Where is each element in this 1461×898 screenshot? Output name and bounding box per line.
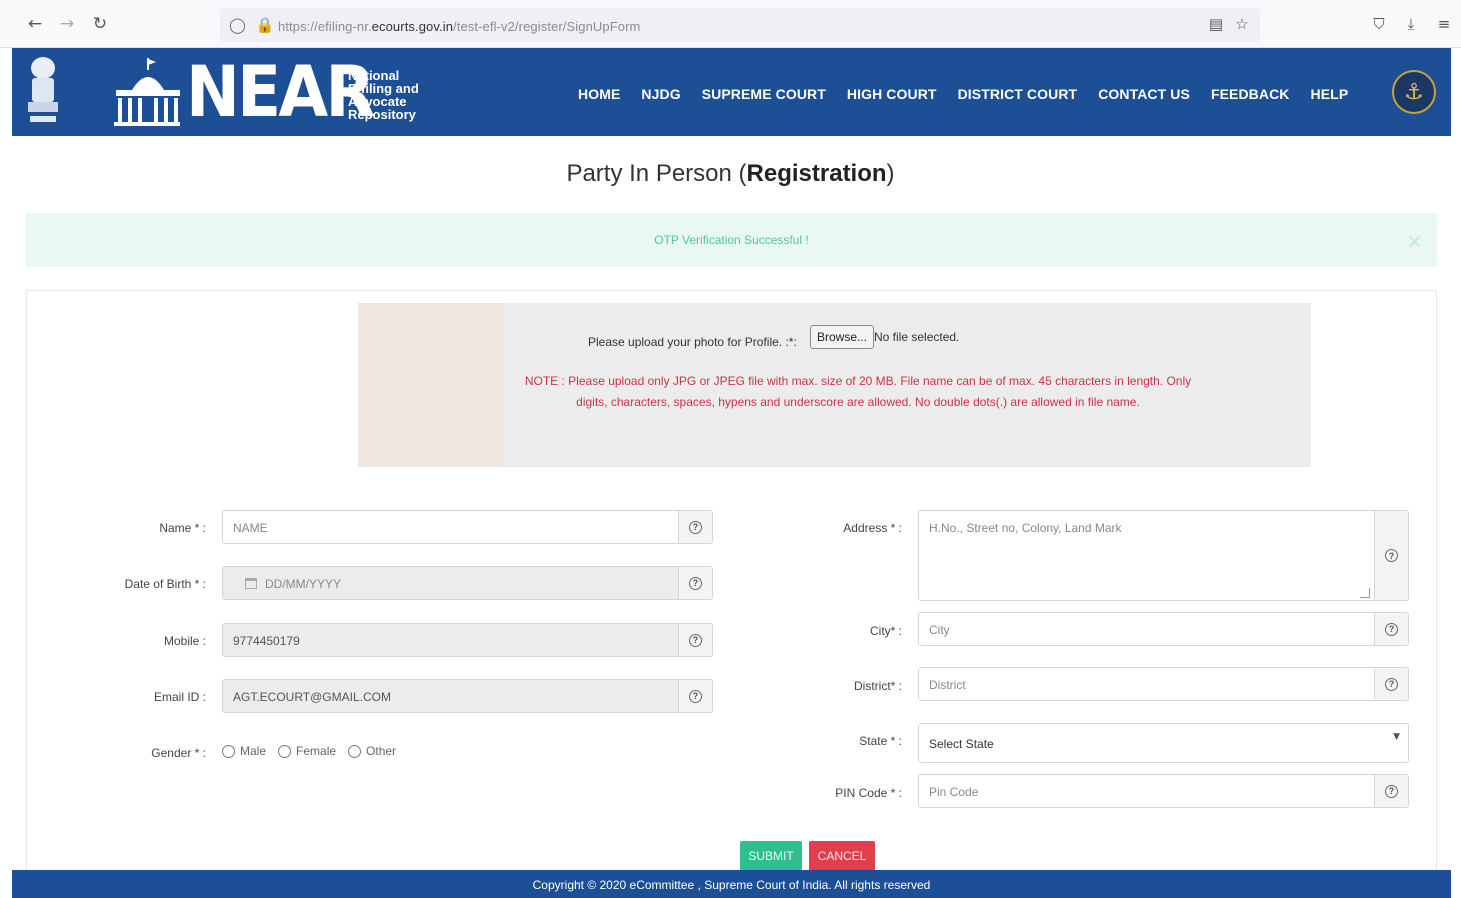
dob-input[interactable]: DD/MM/YYYY ?: [222, 566, 713, 600]
menu-icon[interactable]: ≡: [1434, 14, 1454, 34]
upload-note: NOTE : Please upload only JPG or JPEG fi…: [524, 374, 1192, 409]
page-title: Party In Person (Registration): [566, 160, 895, 187]
otp-success-alert: OTP Verification Successful ! ×: [26, 213, 1437, 267]
name-label: Name * :: [159, 521, 206, 535]
reload-icon[interactable]: ↻: [89, 13, 111, 35]
main-nav: HOME NJDG SUPREME COURT HIGH COURT DISTR…: [578, 86, 1348, 102]
bookmark-star-icon[interactable]: ☆: [1232, 14, 1252, 34]
mobile-label: Mobile :: [163, 634, 206, 648]
nav-district-court[interactable]: DISTRICT COURT: [958, 86, 1078, 102]
copyright-text: Copyright © 2020 eCommittee , Supreme Co…: [532, 878, 931, 892]
site-header: NEAR National E-filing and Advocate Repo…: [12, 48, 1451, 136]
gender-female-radio[interactable]: Female: [278, 744, 336, 758]
pincode-input[interactable]: Pin Code ?: [918, 774, 1409, 808]
nav-contact-us[interactable]: CONTACT US: [1098, 86, 1190, 102]
dob-label: Date of Birth * :: [124, 577, 206, 591]
photo-preview: [358, 303, 503, 467]
browse-button[interactable]: Browse...: [810, 325, 875, 349]
city-label: City* :: [869, 624, 902, 638]
photo-upload-section: Please upload your photo for Profile. :*…: [358, 303, 1311, 467]
pincode-label: PIN Code * :: [835, 786, 902, 800]
calendar-icon: [245, 578, 257, 589]
nav-home[interactable]: HOME: [578, 86, 620, 102]
help-icon[interactable]: ?: [1374, 775, 1408, 807]
city-input[interactable]: City ?: [918, 612, 1409, 646]
state-label: State * :: [859, 734, 902, 748]
gender-radio-group: Male Female Other: [222, 744, 396, 758]
email-input[interactable]: AGT.ECOURT@GMAIL.COM ?: [222, 679, 713, 713]
help-icon[interactable]: ?: [678, 680, 712, 712]
address-textarea[interactable]: H.No., Street no, Colony, Land Mark ?: [918, 510, 1409, 601]
file-status: No file selected.: [874, 330, 960, 344]
help-icon[interactable]: ?: [1374, 668, 1408, 700]
pocket-icon[interactable]: ⛉: [1369, 14, 1389, 34]
district-input[interactable]: District ?: [918, 667, 1409, 701]
reader-view-icon[interactable]: ▤: [1206, 14, 1226, 34]
near-logo[interactable]: NEAR: [186, 54, 375, 130]
shield-icon: ◯: [229, 16, 246, 34]
help-icon[interactable]: ?: [1374, 511, 1408, 600]
help-icon[interactable]: ?: [1374, 613, 1408, 645]
resize-handle[interactable]: [1360, 588, 1370, 598]
cancel-button[interactable]: CANCEL: [809, 841, 875, 871]
gender-label: Gender * :: [151, 746, 206, 760]
anchor-seal-icon: ⚓: [1392, 70, 1436, 114]
supreme-court-building-icon: [114, 58, 180, 126]
email-label: Email ID :: [153, 690, 206, 704]
upload-label: Please upload your photo for Profile. :*…: [588, 335, 797, 349]
nav-high-court[interactable]: HIGH COURT: [847, 86, 937, 102]
nav-feedback[interactable]: FEEDBACK: [1211, 86, 1290, 102]
national-emblem-icon: [28, 57, 58, 122]
district-label: District* :: [854, 679, 902, 693]
state-select[interactable]: Select State ▼: [918, 723, 1409, 763]
help-icon[interactable]: ?: [678, 567, 712, 599]
gender-male-radio[interactable]: Male: [222, 744, 266, 758]
chevron-down-icon: ▼: [1393, 732, 1400, 742]
site-footer: Copyright © 2020 eCommittee , Supreme Co…: [12, 870, 1451, 898]
near-logo-subtitle: National E-filing and Advocate Repositor…: [348, 68, 419, 122]
mobile-input[interactable]: 9774450179 ?: [222, 623, 713, 657]
nav-njdg[interactable]: NJDG: [641, 86, 680, 102]
submit-button[interactable]: SUBMIT: [740, 841, 802, 871]
alert-message: OTP Verification Successful !: [654, 233, 809, 247]
nav-help[interactable]: HELP: [1311, 86, 1349, 102]
download-icon[interactable]: ⤓: [1401, 14, 1421, 34]
address-label: Address * :: [843, 521, 902, 535]
nav-supreme-court[interactable]: SUPREME COURT: [702, 86, 826, 102]
back-arrow-icon[interactable]: ←: [24, 13, 46, 35]
lock-icon: 🔒: [255, 16, 275, 34]
help-icon[interactable]: ?: [678, 624, 712, 656]
name-input[interactable]: NAME ?: [222, 510, 713, 544]
forward-arrow-icon[interactable]: →: [56, 13, 78, 35]
close-icon[interactable]: ×: [1406, 229, 1423, 253]
gender-other-radio[interactable]: Other: [348, 744, 396, 758]
browser-toolbar: ← → ↻ ◯ 🔒 https://efiling-nr.ecourts.gov…: [0, 0, 1461, 48]
url-text[interactable]: https://efiling-nr.ecourts.gov.in/test-e…: [278, 19, 640, 34]
help-icon[interactable]: ?: [678, 511, 712, 543]
